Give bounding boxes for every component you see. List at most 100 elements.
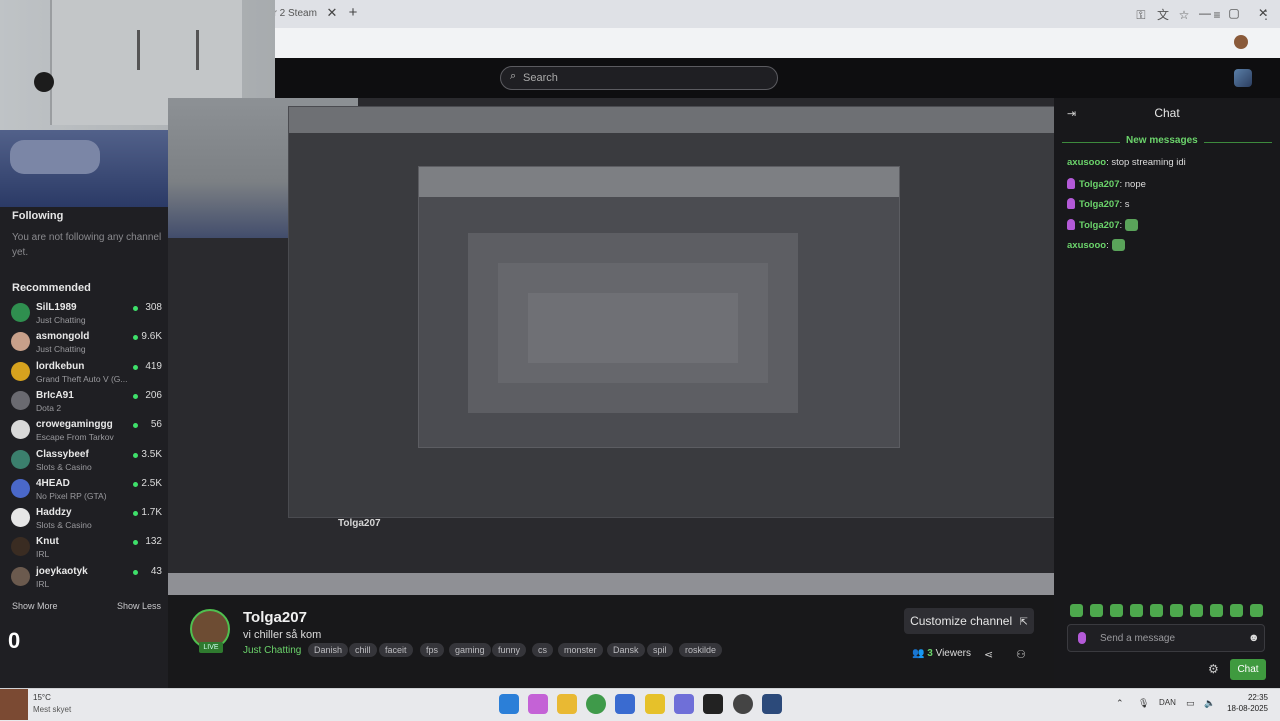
chat-username[interactable]: axusooo [1067, 157, 1106, 168]
show-more-link[interactable]: Show More [12, 601, 58, 611]
tag-funny[interactable]: funny [492, 643, 527, 657]
stream-category[interactable]: Just Chatting [243, 645, 301, 656]
reading-list-icon[interactable]: ≡ [1209, 7, 1225, 23]
emote-icon [1125, 218, 1139, 231]
weather-icon[interactable] [0, 689, 28, 720]
tag-monster[interactable]: monster [558, 643, 603, 657]
live-dot-icon [133, 481, 138, 487]
live-dot-icon [133, 569, 138, 575]
sidebar-item-sill1989[interactable]: SilL1989 Just Chatting 308 [0, 300, 168, 329]
sidebar-item-lordkebun[interactable]: lordkebun Grand Theft Auto V (G... 419 [0, 359, 168, 388]
bookmark-star-icon[interactable]: ☆ [1176, 7, 1192, 23]
tag-faceit[interactable]: faceit [379, 643, 413, 657]
tag-danish[interactable]: Danish [308, 643, 349, 657]
counter-value: 0 [8, 628, 21, 653]
chrome-icon[interactable] [586, 694, 606, 714]
show-less-link[interactable]: Show Less [117, 601, 161, 611]
chat-message: axusooo: stop streaming idi [1067, 157, 1186, 173]
discord-icon[interactable] [674, 694, 694, 714]
emote-icon[interactable] [1170, 604, 1183, 617]
channel-name[interactable]: Tolga207 [243, 609, 307, 626]
mic-icon[interactable] [1078, 632, 1086, 644]
stream-video[interactable]: Tolga207 [168, 98, 1054, 595]
sidebar-item-haddzy[interactable]: Haddzy Slots & Casino 1.7K [0, 505, 168, 534]
emote-icon[interactable] [1190, 604, 1203, 617]
add-user-icon[interactable]: ⚇ [1016, 648, 1026, 661]
emote-icon[interactable] [1110, 604, 1123, 617]
app-icon[interactable] [733, 694, 753, 714]
sidebar-viewer-count: 419 [145, 360, 162, 372]
chat-message: Tolga207: nope [1067, 177, 1146, 194]
browser-menu-icon[interactable]: ⋮ [1258, 7, 1274, 23]
share-icon[interactable]: ⋖ [984, 648, 993, 661]
sidebar-item-knut[interactable]: Knut IRL 132 [0, 534, 168, 563]
chat-username[interactable]: Tolga207 [1079, 199, 1119, 210]
emote-icon[interactable] [1250, 604, 1263, 617]
chat-settings-gear-icon[interactable]: ⚙ [1208, 662, 1219, 676]
user-avatar[interactable] [1234, 69, 1252, 87]
sidebar-channel-name: BrIcA91 [36, 389, 74, 401]
emote-icon[interactable] [1130, 604, 1143, 617]
emote-icon[interactable] [1230, 604, 1243, 617]
tag-cs[interactable]: cs [532, 643, 553, 657]
copilot-icon[interactable] [528, 694, 548, 714]
sidebar-channel-game: Slots & Casino [36, 520, 92, 531]
sidebar-channel-game: Just Chatting [36, 344, 86, 355]
tab-close-icon[interactable]: ✕ [326, 5, 338, 21]
key-icon[interactable]: ⚿ [1133, 7, 1149, 23]
os-taskbar [0, 688, 1280, 721]
sidebar-channel-name: Classybeef [36, 448, 89, 460]
sidebar-viewer-count: 206 [145, 389, 162, 401]
chat-username[interactable]: axusooo [1067, 240, 1106, 251]
chat-username[interactable]: Tolga207 [1079, 220, 1119, 231]
emote-icon[interactable] [1150, 604, 1163, 617]
network-icon[interactable]: ▭ [1186, 698, 1195, 709]
sidebar-item-joeykaotyk[interactable]: joeykaotyk IRL 43 [0, 564, 168, 593]
emote-icon[interactable] [1210, 604, 1223, 617]
mic-icon[interactable]: 🎙 [1138, 698, 1149, 709]
app-icon[interactable] [645, 694, 665, 714]
chat-message-input[interactable]: Send a message ☻ [1067, 624, 1265, 652]
customize-channel-button[interactable]: Customize channel ⇱ [904, 608, 1034, 634]
steam-icon[interactable] [762, 694, 782, 714]
sidebar-viewer-count: 43 [150, 565, 162, 577]
sidebar-channel-name: crowegaminggg [36, 419, 113, 431]
emoji-icon[interactable]: ☻ [1248, 632, 1260, 644]
clock-time[interactable]: 22:35 [1220, 693, 1268, 702]
file-explorer-icon[interactable] [557, 694, 577, 714]
chat-text: : stop streaming idi [1106, 157, 1186, 168]
tag-dansk[interactable]: Dansk [607, 643, 645, 657]
search-input[interactable]: ⌕ Search [500, 66, 778, 90]
start-menu-icon[interactable] [499, 694, 519, 714]
nested-taskbar [168, 573, 1054, 595]
sidebar-item-classybeef[interactable]: Classybeef Slots & Casino 3.5K [0, 447, 168, 476]
emote-icon[interactable] [1070, 604, 1083, 617]
chat-message: Tolga207: s [1067, 198, 1130, 214]
tag-roskilde[interactable]: roskilde [679, 643, 723, 657]
chat-send-button[interactable]: Chat [1230, 659, 1266, 680]
browser-profile-avatar[interactable] [1234, 35, 1248, 49]
emote-icon[interactable] [1090, 604, 1103, 617]
sidebar-channel-game: Escape From Tarkov [36, 432, 114, 443]
emote-icon [1111, 239, 1125, 251]
tray-chevron-icon[interactable]: ⌃ [1116, 698, 1124, 709]
chat-username[interactable]: Tolga207 [1079, 179, 1119, 190]
live-badge: LIVE [199, 642, 223, 653]
translate-icon[interactable]: 文 [1155, 7, 1171, 23]
language-indicator[interactable]: DAN [1159, 698, 1176, 707]
tag-spil[interactable]: spil [647, 643, 673, 657]
volume-icon[interactable]: 🔈 [1204, 698, 1215, 709]
sidebar-item-brica91[interactable]: BrIcA91 Dota 2 206 [0, 388, 168, 417]
store-icon[interactable] [615, 694, 635, 714]
obs-icon[interactable] [703, 694, 723, 714]
sidebar-item-4head[interactable]: 4HEAD No Pixel RP (GTA) 2.5K [0, 476, 168, 505]
sidebar-item-crowegaminggg[interactable]: crowegaminggg Escape From Tarkov 56 [0, 417, 168, 446]
tag-gaming[interactable]: gaming [449, 643, 491, 657]
tag-fps[interactable]: fps [420, 643, 445, 657]
search-icon: ⌕ [510, 70, 517, 82]
sidebar-viewer-count: 3.5K [141, 448, 162, 460]
clock-date[interactable]: 18-08-2025 [1220, 704, 1268, 713]
sidebar-item-asmongold[interactable]: asmongold Just Chatting 9.6K [0, 329, 168, 358]
tag-chill[interactable]: chill [349, 643, 377, 657]
new-tab-button[interactable]: + [344, 5, 362, 21]
